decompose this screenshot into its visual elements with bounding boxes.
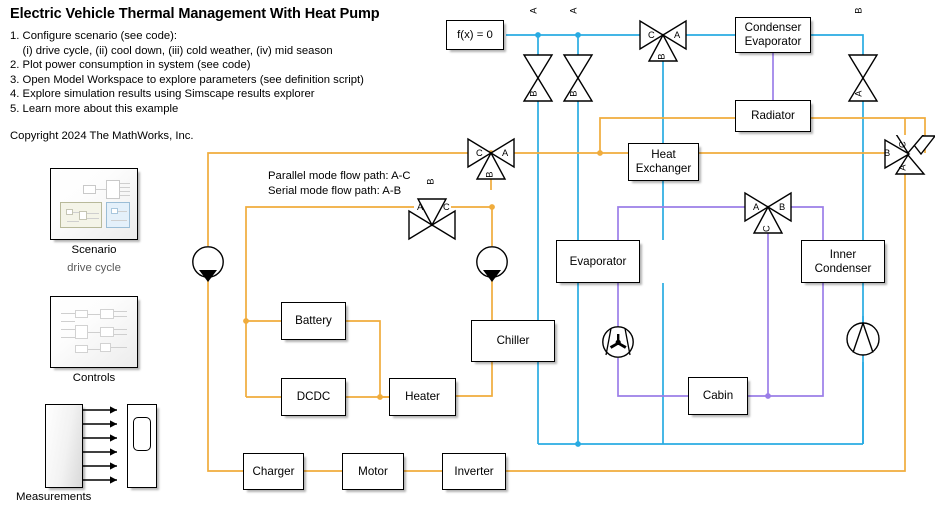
valve-port-label-b: B [656, 53, 667, 60]
valve-port-label-b: B [425, 178, 436, 185]
model-canvas: Electric Vehicle Thermal Management With… [0, 0, 939, 515]
scope-screen-icon [133, 417, 151, 451]
block-charger[interactable]: Charger [243, 453, 304, 490]
block-evaporator[interactable]: Evaporator [556, 240, 640, 283]
valve-port-label-a: A [568, 7, 579, 14]
block-cabin[interactable]: Cabin [688, 377, 748, 415]
block-evaporator-label: Evaporator [569, 254, 627, 268]
solver-configuration-block[interactable]: f(x) = 0 [446, 20, 504, 50]
block-heater-label: Heater [405, 390, 440, 403]
subsystem-measurements[interactable] [45, 404, 83, 488]
block-dcdc-label: DCDC [296, 390, 331, 403]
three-way-valve-coolant-lower[interactable] [408, 189, 456, 243]
block-condenser-evaporator[interactable]: Condenser Evaporator [735, 17, 811, 53]
valve-port-label-a: A [897, 164, 908, 171]
block-heat-exchanger-label: Heat Exchanger [635, 148, 692, 175]
valve-port-label-c: C [897, 141, 908, 149]
three-way-valve-air[interactable] [744, 189, 792, 243]
block-inner-condenser[interactable]: Inner Condenser [801, 240, 885, 283]
block-heater[interactable]: Heater [389, 378, 456, 416]
solver-label: f(x) = 0 [457, 29, 493, 41]
valve-port-label-a: A [528, 7, 539, 14]
block-condenser-evaporator-label: Condenser Evaporator [744, 21, 802, 48]
valve-port-label-a: A [502, 148, 509, 158]
valve-port-label-b: B [884, 148, 891, 158]
valve-port-label-b: B [528, 90, 539, 97]
block-inverter[interactable]: Inverter [442, 453, 506, 490]
block-dcdc[interactable]: DCDC [281, 378, 346, 416]
valve-port-label-b: B [568, 90, 579, 97]
valve-port-label-b: B [853, 7, 864, 14]
valve-port-label-c: C [476, 148, 483, 158]
subsystem-scenario[interactable] [50, 168, 138, 240]
block-inverter-label: Inverter [454, 464, 494, 478]
three-way-valve-refrigerant[interactable] [639, 17, 687, 71]
valve-port-label-a: A [417, 202, 424, 212]
block-motor[interactable]: Motor [342, 453, 404, 490]
valve-port-label-c: C [761, 225, 772, 233]
three-way-valve-coolant-upper[interactable] [467, 135, 515, 189]
subsystem-controls[interactable] [50, 296, 138, 368]
valve-port-label-c: C [443, 202, 450, 212]
valve-port-label-c: C [648, 30, 655, 40]
block-chiller[interactable]: Chiller [471, 320, 555, 362]
pump-left[interactable] [186, 246, 230, 290]
block-radiator[interactable]: Radiator [735, 100, 811, 132]
pump-right[interactable] [470, 246, 514, 290]
subsystem-scenario-sublabel: drive cycle [67, 262, 121, 274]
subsystem-controls-label: Controls [72, 372, 116, 384]
block-chiller-label: Chiller [496, 334, 530, 347]
subsystem-measurements-label: Measurements [16, 491, 92, 503]
block-heat-exchanger[interactable]: Heat Exchanger [628, 143, 699, 181]
block-cabin-label: Cabin [702, 389, 734, 402]
block-charger-label: Charger [252, 464, 295, 478]
valve-port-label-b: B [779, 202, 786, 212]
block-battery-label: Battery [295, 314, 332, 327]
block-motor-label: Motor [358, 464, 388, 478]
valve-port-label-a: A [853, 90, 864, 97]
blower-fan[interactable] [596, 326, 640, 359]
block-radiator-label: Radiator [751, 109, 795, 122]
valve-port-label-b: B [484, 171, 495, 178]
measurement-signal-arrows [83, 406, 117, 484]
valve-port-label-a: A [674, 30, 681, 40]
block-battery[interactable]: Battery [281, 302, 346, 340]
block-inner-condenser-label: Inner Condenser [814, 247, 872, 275]
compressor[interactable] [841, 316, 885, 362]
valve-port-label-a: A [753, 202, 760, 212]
scope-block[interactable] [127, 404, 157, 488]
subsystem-scenario-label: Scenario [71, 244, 117, 256]
